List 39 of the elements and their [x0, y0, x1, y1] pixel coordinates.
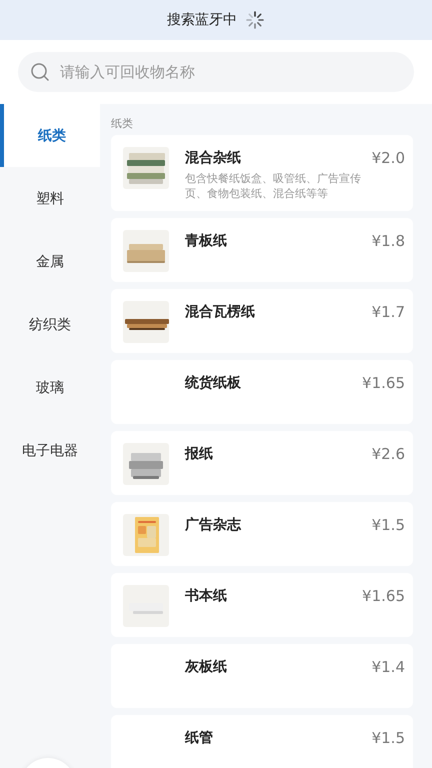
item-price: ¥1.7: [372, 302, 405, 323]
item-price: ¥1.5: [372, 515, 405, 536]
item-description: 包含快餐纸饭盒、吸管纸、广告宣传页、食物包装纸、混合纸等等: [185, 171, 362, 201]
item-name: 统货纸板: [185, 374, 242, 393]
item-card[interactable]: 报纸 ¥2.6: [111, 431, 413, 495]
item-name: 纸管: [185, 729, 214, 748]
item-card[interactable]: 广告杂志 ¥1.5: [111, 502, 413, 566]
item-name: 广告杂志: [185, 516, 242, 535]
item-card[interactable]: 灰板纸 ¥1.4: [111, 644, 413, 708]
search-icon: [30, 62, 50, 82]
item-price: ¥2.0: [372, 148, 405, 169]
item-name: 报纸: [185, 445, 214, 464]
search-field[interactable]: 请输入可回收物名称: [58, 62, 402, 82]
category-tab[interactable]: 玻璃: [0, 356, 100, 419]
section-title: 纸类: [111, 116, 134, 131]
item-name: 混合杂纸: [185, 149, 242, 168]
category-tab[interactable]: 金属: [0, 230, 100, 293]
item-name: 青板纸: [185, 232, 228, 251]
status-title: 搜索蓝牙中: [167, 11, 237, 29]
item-price: ¥1.65: [362, 586, 405, 607]
item-name: 混合瓦楞纸: [185, 303, 256, 322]
item-card[interactable]: 青板纸 ¥1.8: [111, 218, 413, 282]
item-card[interactable]: 混合瓦楞纸 ¥1.7: [111, 289, 413, 353]
item-price: ¥1.5: [372, 728, 405, 749]
category-tab[interactable]: 纺织类: [0, 293, 100, 356]
item-price: ¥1.65: [362, 373, 405, 394]
item-price: ¥1.8: [372, 231, 405, 252]
item-name: 书本纸: [185, 587, 228, 606]
search-bar[interactable]: 请输入可回收物名称: [18, 52, 414, 92]
item-name: 灰板纸: [185, 658, 228, 677]
category-tab[interactable]: 纸类: [0, 104, 100, 167]
item-price: ¥2.6: [372, 444, 405, 465]
category-tab[interactable]: 电子电器: [0, 419, 100, 482]
category-tab[interactable]: 塑料: [0, 167, 100, 230]
item-card[interactable]: 混合杂纸 包含快餐纸饭盒、吸管纸、广告宣传页、食物包装纸、混合纸等等 ¥2.0: [111, 135, 413, 211]
item-card[interactable]: 纸管 ¥1.5: [111, 715, 413, 768]
item-card[interactable]: 书本纸 ¥1.65: [111, 573, 413, 637]
item-price: ¥1.4: [372, 657, 405, 678]
item-card[interactable]: 统货纸板 ¥1.65: [111, 360, 413, 424]
